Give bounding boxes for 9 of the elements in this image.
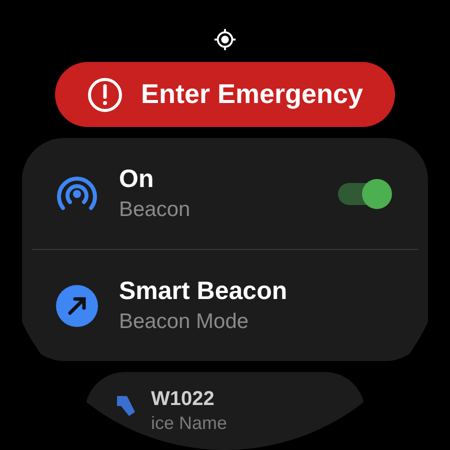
alert-icon [86, 76, 123, 113]
setting-title: On [119, 165, 155, 194]
setting-subtitle: Beacon Mode [119, 310, 250, 334]
setting-title: Smart Beacon [119, 277, 288, 306]
device-subtitle: ice Name [151, 413, 228, 434]
location-icon [213, 28, 237, 52]
device-title: W1022 [151, 388, 216, 412]
emergency-button[interactable]: Enter Emergency [55, 62, 395, 128]
setting-subtitle: Beacon [119, 198, 192, 222]
